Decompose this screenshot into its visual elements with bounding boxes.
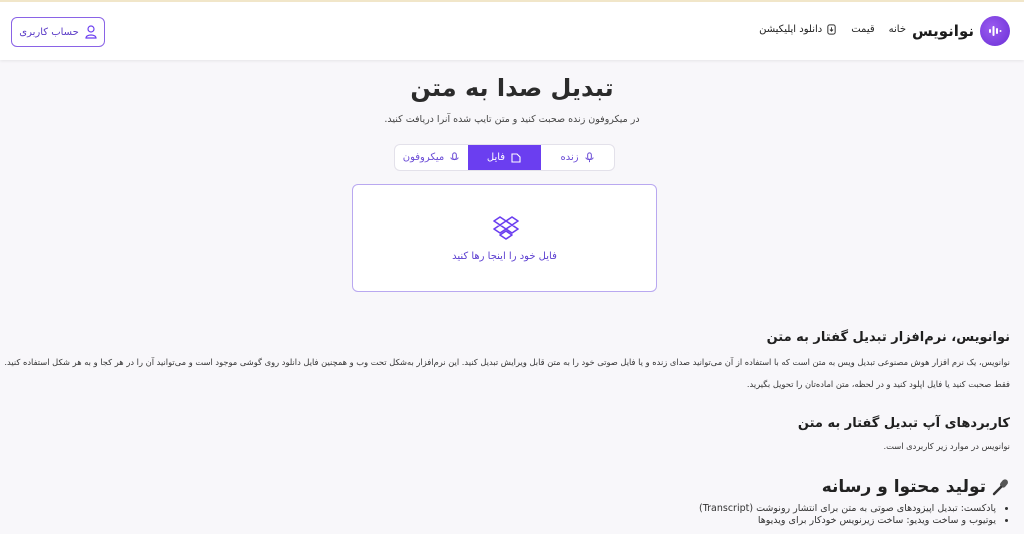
intro-heading: نوانویس، نرم‌افزار تبدیل گفتار به متن [766,330,1010,345]
account-button[interactable]: حساب کاربری [11,17,105,47]
intro-paragraph-2: فقط صحبت کنید یا فایل اپلود کنید و در لح… [746,379,1010,389]
dropzone-text: فایل خود را اینجا رها کنید [452,251,557,262]
page-subtitle: در میکروفون زنده صحبت کنید و متن تایپ شد… [384,114,640,125]
tab-microphone[interactable]: میکروفون [395,145,468,170]
top-header: نوانویس خانه قیمت دانلود اپلیکیشن حساب ک… [0,0,1024,60]
page-title: تبدیل صدا به متن [410,74,614,102]
logo-sound-icon [980,16,1010,46]
user-icon [85,25,97,39]
download-app-icon [827,24,836,35]
section-heading-text: تولید محتوا و رسانه [821,477,986,497]
list-item: پادکست: تبدیل اپیزودهای صوتی به متن برای… [14,503,996,515]
uses-heading: کاربردهای آپ تبدیل گفتار به متن [797,416,1010,431]
nav-pricing[interactable]: قیمت [851,24,874,35]
article: نوانویس، نرم‌افزار تبدیل گفتار به متن نو… [4,330,1010,527]
microphone-emoji-icon [992,479,1008,496]
brand-name: نوانویس [911,22,974,40]
file-dropzone[interactable]: فایل خود را اینجا رها کنید [352,184,657,292]
tab-live-label: زنده [560,152,579,163]
uses-list: پادکست: تبدیل اپیزودهای صوتی به متن برای… [14,503,996,527]
tab-live[interactable]: زنده [541,145,614,170]
uses-paragraph: نوانویس در موارد زیر کاربردی است. [883,441,1010,451]
intro-paragraph: نوانویس، یک نرم افزار هوش مصنوعی تبدیل و… [4,357,1010,367]
live-mic-icon [584,152,594,163]
section-heading: تولید محتوا و رسانه [14,477,1010,497]
list-item: یوتیوب و ساخت ویدیو: ساخت زیرنویس خودکار… [14,515,996,527]
tab-microphone-label: میکروفون [402,152,445,163]
tab-file-label: فایل [486,152,506,163]
input-mode-tabs: زنده فایل میکروفون [394,144,615,171]
main-nav: خانه قیمت دانلود اپلیکیشن [759,24,906,35]
microphone-icon [450,152,459,161]
nav-home[interactable]: خانه [889,24,906,35]
nav-download-app[interactable]: دانلود اپلیکیشن [759,24,837,35]
nav-download-label: دانلود اپلیکیشن [759,24,823,35]
file-icon [511,152,521,163]
brand-logo[interactable]: نوانویس [912,14,1010,48]
tab-file[interactable]: فایل [468,145,541,170]
dropbox-icon [493,216,519,240]
account-button-label: حساب کاربری [19,26,79,38]
